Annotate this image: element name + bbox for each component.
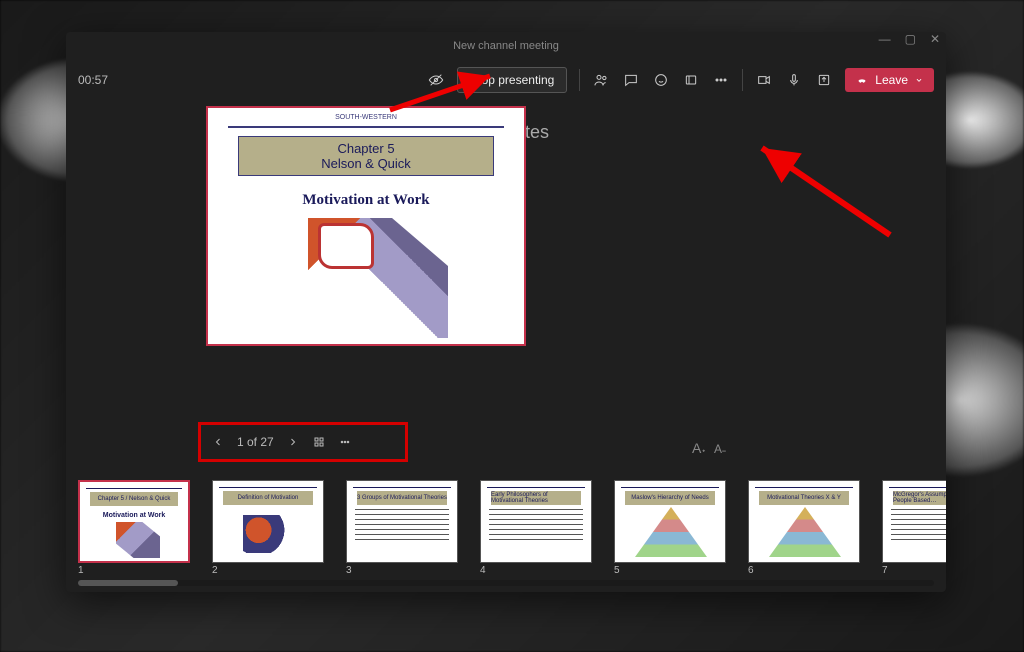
thumbnail-4[interactable]: Early Philosophers of Motivational Theor… [480,480,592,576]
window-title: New channel meeting [453,40,559,52]
reactions-icon[interactable] [652,71,670,89]
thumbnail-3[interactable]: 3 Groups of Motivational Theories3 [346,480,458,576]
slide-rule [228,126,504,128]
thumbnail-5[interactable]: Maslow's Hierarchy of Needs5 [614,480,726,576]
share-icon[interactable] [815,71,833,89]
separator [579,69,580,91]
privacy-eye-icon[interactable] [427,71,445,89]
thumbnail-number: 1 [78,565,190,576]
chat-icon[interactable] [622,71,640,89]
separator [742,69,743,91]
minimize-button[interactable]: — [879,32,891,46]
slide-nav-bar: 1 of 27 [198,422,408,462]
slide-authors: Nelson & Quick [321,156,411,171]
mic-icon[interactable] [785,71,803,89]
current-slide[interactable]: SOUTH-WESTERN Chapter 5 Nelson & Quick M… [206,106,526,346]
presenter-content: SOUTH-WESTERN Chapter 5 Nelson & Quick M… [66,100,946,472]
font-decrease-button[interactable]: A˗ [714,442,726,456]
grid-view-button[interactable] [312,435,326,449]
maximize-button[interactable]: ▢ [905,32,916,46]
slide-brand: SOUTH-WESTERN [208,114,524,121]
thumbnail-number: 7 [882,565,946,576]
more-icon[interactable] [712,71,730,89]
thumbnail-6[interactable]: Motivational Theories X & Y6 [748,480,860,576]
thumbnail-number: 4 [480,565,592,576]
titlebar: New channel meeting — ▢ ✕ [66,32,946,60]
slide-title: Motivation at Work [208,192,524,209]
thumbnail-number: 2 [212,565,324,576]
leave-button[interactable]: Leave [845,68,934,92]
font-increase-button[interactable]: A˖ [692,440,706,456]
thumb-scrollbar[interactable] [78,580,934,586]
slide-more-button[interactable] [338,435,352,449]
meeting-timer: 00:57 [78,73,108,87]
prev-slide-button[interactable] [211,435,225,449]
camera-icon[interactable] [755,71,773,89]
meeting-toolbar: 00:57 Stop presenting [66,60,946,100]
people-icon[interactable] [592,71,610,89]
slide-band: Chapter 5 Nelson & Quick [238,136,494,176]
slide-chapter: Chapter 5 [337,141,394,156]
thumbnail-number: 6 [748,565,860,576]
slide-art [308,218,448,338]
thumbnail-number: 5 [614,565,726,576]
notes-panel: No Notes A˖ A˗ [466,106,934,472]
teams-meeting-window: New channel meeting — ▢ ✕ 00:57 Stop pre… [66,32,946,592]
thumbnail-2[interactable]: Definition of Motivation2 [212,480,324,576]
next-slide-button[interactable] [286,435,300,449]
notes-heading: No Notes [474,122,926,143]
stop-presenting-button[interactable]: Stop presenting [457,67,567,93]
thumbnail-strip: Chapter 5 / Nelson & QuickMotivation at … [66,472,946,592]
thumbnail-number: 3 [346,565,458,576]
close-button[interactable]: ✕ [930,32,940,46]
thumbnail-7[interactable]: McGregor's Assumptions About People Base… [882,480,946,576]
leave-label: Leave [875,73,908,87]
thumbnail-1[interactable]: Chapter 5 / Nelson & QuickMotivation at … [78,480,190,576]
rooms-icon[interactable] [682,71,700,89]
slide-counter: 1 of 27 [237,435,274,449]
